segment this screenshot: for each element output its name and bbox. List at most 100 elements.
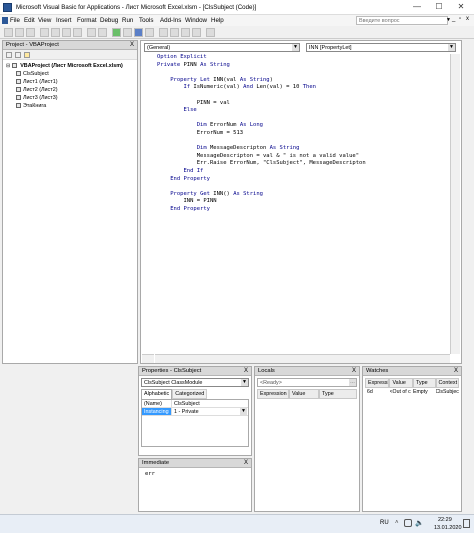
code-line[interactable]: End Property [157,176,448,184]
menu-edit[interactable]: Edit [24,17,35,24]
chevron-down-icon[interactable]: ▼ [240,408,247,415]
view-object-icon[interactable] [15,52,21,58]
property-value[interactable]: ClsSubject [172,400,200,407]
close-button[interactable]: ✕ [450,1,472,13]
menu-debug[interactable]: Debug [100,17,118,24]
object-combo[interactable]: (General) ▼ [144,43,300,52]
menu-tools[interactable]: Tools [139,17,153,24]
close-icon[interactable]: X [244,459,248,468]
ellipsis-icon[interactable]: … [349,379,356,386]
menu-window[interactable]: Window [185,17,207,24]
menu-insert[interactable]: Insert [56,17,71,24]
tab-categorized[interactable]: Categorized [172,389,208,399]
search-dropdown-icon[interactable]: ▼ [446,17,451,23]
paste-icon[interactable] [62,28,71,37]
code-line[interactable]: End Property [157,206,448,214]
close-icon[interactable]: X [454,367,458,376]
undo-icon[interactable] [87,28,96,37]
tree-item-clssubject[interactable]: ClsSubject [6,70,137,78]
clock-time[interactable]: 22:29 [438,517,452,523]
code-line[interactable]: ErrorNum = 513 [157,130,448,138]
code-line[interactable] [157,138,448,146]
chevron-down-icon[interactable]: ▼ [448,44,455,51]
help-icon[interactable] [206,28,215,37]
column-value[interactable]: Value [389,378,413,388]
project-explorer-icon[interactable] [159,28,168,37]
code-vertical-scrollbar[interactable] [450,54,460,354]
chevron-down-icon[interactable]: ▼ [241,379,248,386]
close-icon[interactable]: X [244,367,248,376]
code-line[interactable] [157,183,448,191]
column-type[interactable]: Type [319,389,357,399]
code-line[interactable]: Option Explicit [157,54,448,62]
notifications-icon[interactable] [463,519,470,528]
doc-minimize-button[interactable]: _ [452,16,455,22]
network-icon[interactable] [404,519,412,527]
menu-file[interactable]: File [10,17,20,24]
properties-object-combo[interactable]: ClsSubject ClassModule ▼ [141,378,249,387]
menu-format[interactable]: Format [77,17,97,24]
column-expression[interactable]: Expression [365,378,390,388]
clock-date[interactable]: 13.01.2020 [434,525,462,531]
language-indicator[interactable]: RU [380,520,389,526]
toggle-folders-icon[interactable] [24,52,30,58]
doc-restore-button[interactable]: ▫ [459,16,461,22]
maximize-button[interactable]: ☐ [428,1,450,13]
column-value[interactable]: Value [289,389,319,399]
immediate-input[interactable]: err [139,468,251,480]
view-code-icon[interactable] [6,52,12,58]
object-browser-icon[interactable] [181,28,190,37]
tree-root[interactable]: ⊟ VBAProject (Лист Microsoft Excel.xlsm) [6,62,137,70]
run-icon[interactable] [112,28,121,37]
insert-module-icon[interactable] [15,28,24,37]
volume-icon[interactable]: 🔈 [415,519,424,527]
break-icon[interactable] [123,28,132,37]
code-line[interactable] [157,115,448,123]
close-icon[interactable]: X [130,41,134,50]
toolbox-icon[interactable] [192,28,201,37]
tray-chevron-icon[interactable]: ˄ [395,520,399,526]
code-line[interactable]: Dim ErrorNum As Long [157,122,448,130]
code-line[interactable]: Err.Raise ErrorNum, "ClsSubject", Messag… [157,160,448,168]
redo-icon[interactable] [98,28,107,37]
doc-close-button[interactable]: x [466,16,469,22]
reset-icon[interactable] [134,28,143,37]
code-line[interactable]: Property Get INN() As String [157,191,448,199]
code-line[interactable]: If IsNumeric(val) And Len(val) = 10 Then [157,84,448,92]
find-icon[interactable] [73,28,82,37]
code-line[interactable] [157,69,448,77]
code-line[interactable]: Else [157,107,448,115]
tree-item-thisworkbook[interactable]: ЭтаКнига [6,102,137,110]
tree-item-sheet2[interactable]: Лист2 (Лист2) [6,86,137,94]
tree-item-sheet3[interactable]: Лист3 (Лист3) [6,94,137,102]
watch-row[interactable]: 6d <Out of c Empty ClsSubject [365,388,459,396]
menu-help[interactable]: Help [211,17,224,24]
code-line[interactable]: MessageDescripton = val & " is not a val… [157,153,448,161]
tree-item-sheet1[interactable]: Лист1 (Лист1) [6,78,137,86]
code-line[interactable]: Dim MessageDescripton As String [157,145,448,153]
copy-icon[interactable] [51,28,60,37]
code-editor[interactable]: Option Explicit Private PINN As String Pr… [142,54,448,354]
column-type[interactable]: Type [412,378,436,388]
tab-alphabetic[interactable]: Alphabetic [141,389,173,399]
code-line[interactable]: Property Let INN(val As String) [157,77,448,85]
column-context[interactable]: Context [435,378,459,388]
procedure-combo[interactable]: INN [PropertyLet] ▼ [306,43,456,52]
cut-icon[interactable] [40,28,49,37]
view-excel-icon[interactable] [4,28,13,37]
chevron-down-icon[interactable]: ▼ [292,44,299,51]
save-icon[interactable] [26,28,35,37]
close-icon[interactable]: X [352,367,356,376]
help-search-input[interactable]: Введите вопрос [356,16,448,25]
minimize-button[interactable]: — [406,1,428,13]
properties-icon[interactable] [170,28,179,37]
design-mode-icon[interactable] [145,28,154,37]
code-line[interactable] [157,92,448,100]
view-toggle-icon[interactable] [142,354,154,363]
menu-add-ins[interactable]: Add-Ins [160,17,181,24]
column-expression[interactable]: Expression [257,389,289,399]
code-line[interactable]: PINN = val [157,100,448,108]
property-value[interactable]: 1 - Private [172,408,199,415]
code-line[interactable]: End If [157,168,448,176]
code-line[interactable]: Private PINN As String [157,62,448,70]
